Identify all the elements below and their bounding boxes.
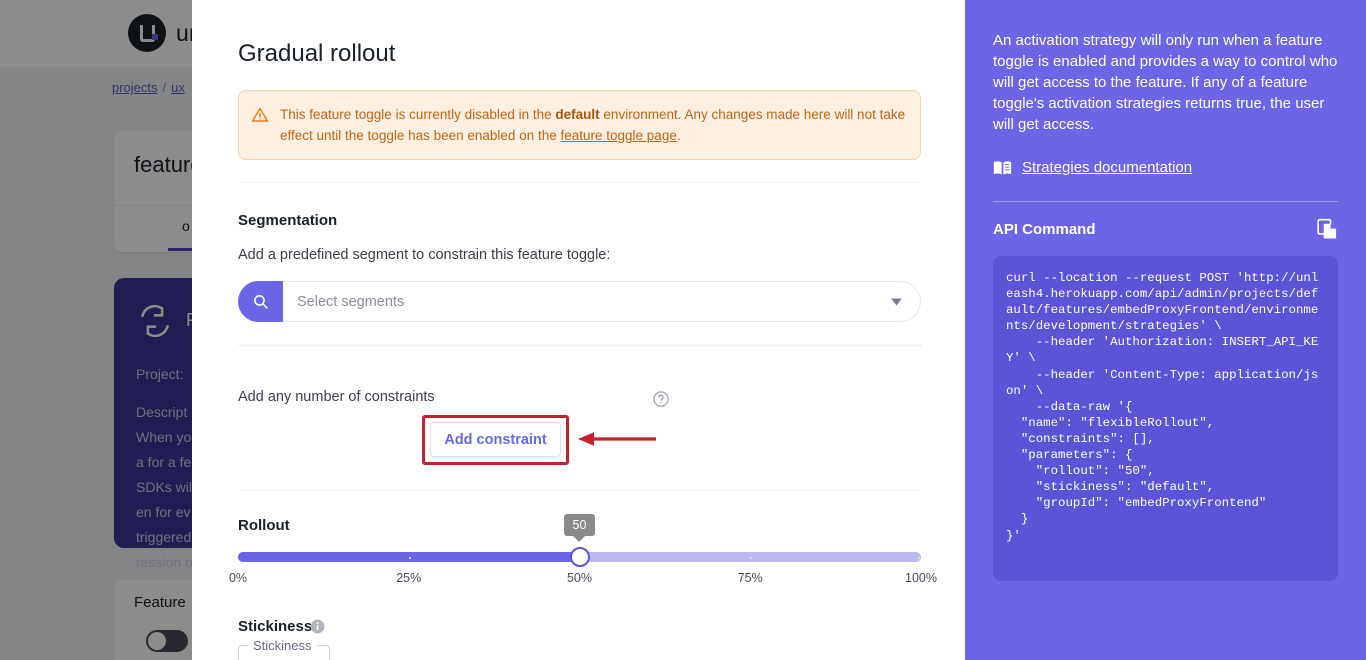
strategies-documentation-label: Strategies documentation xyxy=(1022,159,1192,176)
stickiness-select-legend: Stickiness xyxy=(248,638,317,653)
chevron-down-icon[interactable] xyxy=(891,298,902,305)
slider-label-50: 50% xyxy=(567,571,592,585)
segment-select-placeholder: Select segments xyxy=(297,294,404,310)
segmentation-heading: Segmentation xyxy=(238,212,337,229)
divider-dotted-1 xyxy=(238,345,921,346)
slider-label-100: 100% xyxy=(905,571,937,585)
slider-label-0: 0% xyxy=(229,571,247,585)
side-divider xyxy=(993,201,1338,202)
book-icon xyxy=(993,160,1012,176)
annotation-arrow-icon xyxy=(578,430,656,448)
divider-top xyxy=(238,182,921,183)
segment-select[interactable]: Select segments xyxy=(238,281,921,322)
api-command-title: API Command xyxy=(993,221,1096,238)
disabled-environment-alert: This feature toggle is currently disable… xyxy=(238,90,921,160)
segmentation-subtext: Add a predefined segment to constrain th… xyxy=(238,247,610,263)
segment-select-field[interactable]: Select segments xyxy=(283,281,921,322)
slider-label-25: 25% xyxy=(396,571,421,585)
slider-tick-labels: 0% 25% 50% 75% 100% xyxy=(238,571,921,587)
stickiness-label: Stickiness xyxy=(238,618,312,635)
rollout-slider[interactable]: 50 xyxy=(238,552,921,562)
question-circle-icon[interactable] xyxy=(652,390,670,408)
api-command-code-block[interactable]: curl --location --request POST 'http://u… xyxy=(993,256,1338,581)
copy-icon[interactable] xyxy=(1317,218,1338,240)
slider-value-bubble: 50 xyxy=(564,514,596,536)
alert-text-before: This feature toggle is currently disable… xyxy=(280,107,555,122)
slider-tick-25 xyxy=(409,557,411,559)
alert-text: This feature toggle is currently disable… xyxy=(280,104,906,146)
segment-search-button[interactable] xyxy=(238,281,283,322)
divider-bottom xyxy=(238,490,921,491)
strategy-info-panel: An activation strategy will only run whe… xyxy=(965,0,1366,660)
slider-label-75: 75% xyxy=(738,571,763,585)
api-command-header: API Command xyxy=(993,218,1338,240)
feature-toggle-page-link[interactable]: feature toggle page xyxy=(560,128,676,143)
screen-root: unleash projects/ux feature o R Project:… xyxy=(0,0,1366,660)
alert-text-after: . xyxy=(677,128,681,143)
search-icon xyxy=(252,293,269,310)
slider-tick-100 xyxy=(918,557,920,559)
rollout-label: Rollout xyxy=(238,517,290,534)
slider-thumb[interactable] xyxy=(570,547,590,567)
constraints-label: Add any number of constraints xyxy=(238,389,435,405)
alert-environment: default xyxy=(555,107,599,122)
modal-title: Gradual rollout xyxy=(238,40,395,68)
strategies-documentation-link[interactable]: Strategies documentation xyxy=(993,159,1338,176)
slider-tick-75 xyxy=(750,557,752,559)
api-command-code: curl --location --request POST 'http://u… xyxy=(1006,270,1325,544)
warning-triangle-icon xyxy=(251,106,269,124)
info-circle-icon[interactable] xyxy=(310,619,325,634)
strategy-description: An activation strategy will only run whe… xyxy=(993,30,1338,135)
strategy-modal: Gradual rollout This feature toggle is c… xyxy=(192,0,1366,660)
strategy-modal-body: Gradual rollout This feature toggle is c… xyxy=(192,0,965,660)
add-constraint-button[interactable]: Add constraint xyxy=(430,422,561,457)
